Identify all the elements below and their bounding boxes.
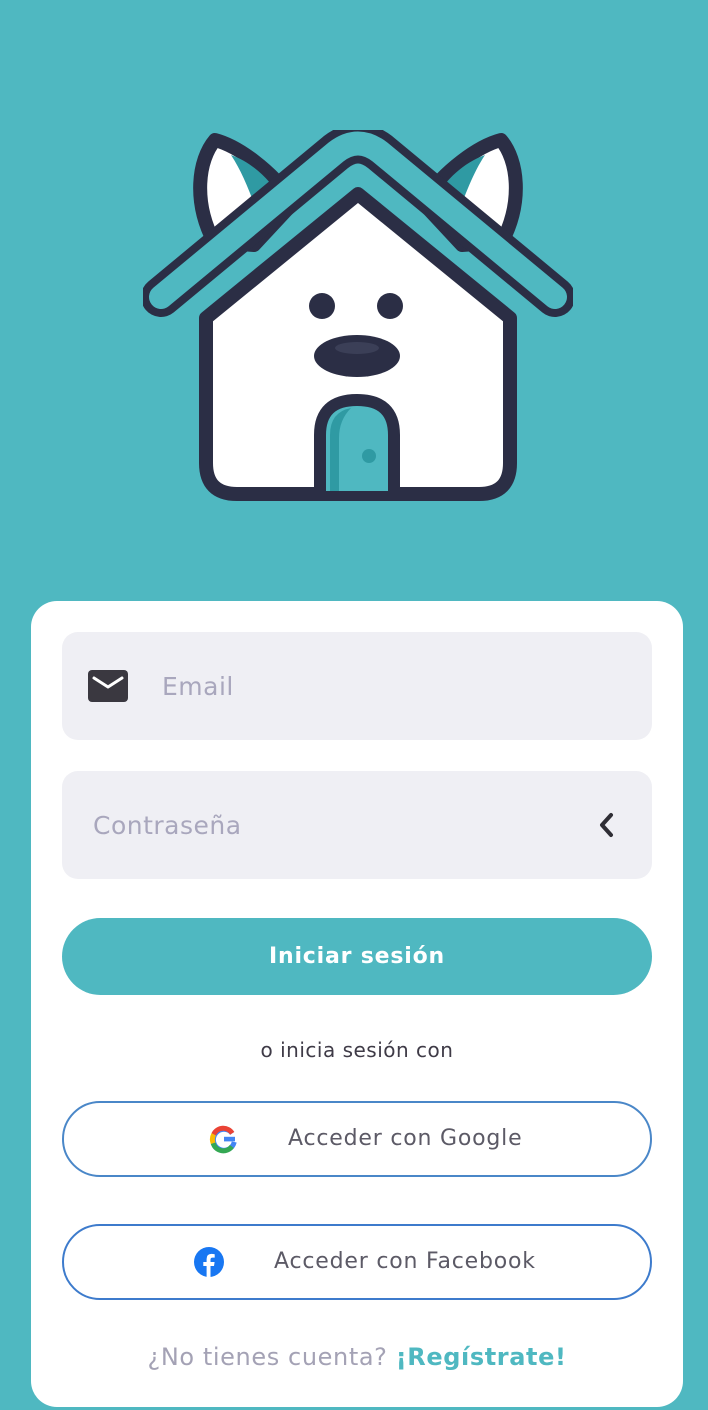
- signup-question: ¿No tienes cuenta?: [147, 1343, 388, 1371]
- signup-row: ¿No tienes cuenta? ¡Regístrate!: [31, 1343, 683, 1371]
- password-field[interactable]: [62, 771, 652, 879]
- login-screen: Iniciar sesión o inicia sesión con Acced…: [0, 0, 708, 1410]
- facebook-login-label: Acceder con Facebook: [274, 1249, 536, 1274]
- email-input[interactable]: [162, 632, 632, 740]
- dog-house-logo-graphic: [141, 123, 575, 501]
- google-icon: [209, 1125, 237, 1154]
- password-input[interactable]: [93, 771, 553, 879]
- login-card: Iniciar sesión o inicia sesión con Acced…: [31, 601, 683, 1407]
- mail-icon: [88, 670, 128, 702]
- google-login-label: Acceder con Google: [288, 1126, 523, 1151]
- password-toggle-button[interactable]: [584, 802, 630, 848]
- signup-link[interactable]: ¡Regístrate!: [396, 1343, 567, 1371]
- facebook-icon: [194, 1247, 224, 1277]
- chevron-left-icon: [600, 813, 613, 837]
- facebook-login-button[interactable]: Acceder con Facebook: [62, 1224, 652, 1300]
- email-field[interactable]: [62, 632, 652, 740]
- login-button[interactable]: Iniciar sesión: [62, 918, 652, 995]
- google-login-button[interactable]: Acceder con Google: [62, 1101, 652, 1177]
- alt-login-text: o inicia sesión con: [260, 1038, 454, 1062]
- dog-house-logo: [141, 123, 575, 510]
